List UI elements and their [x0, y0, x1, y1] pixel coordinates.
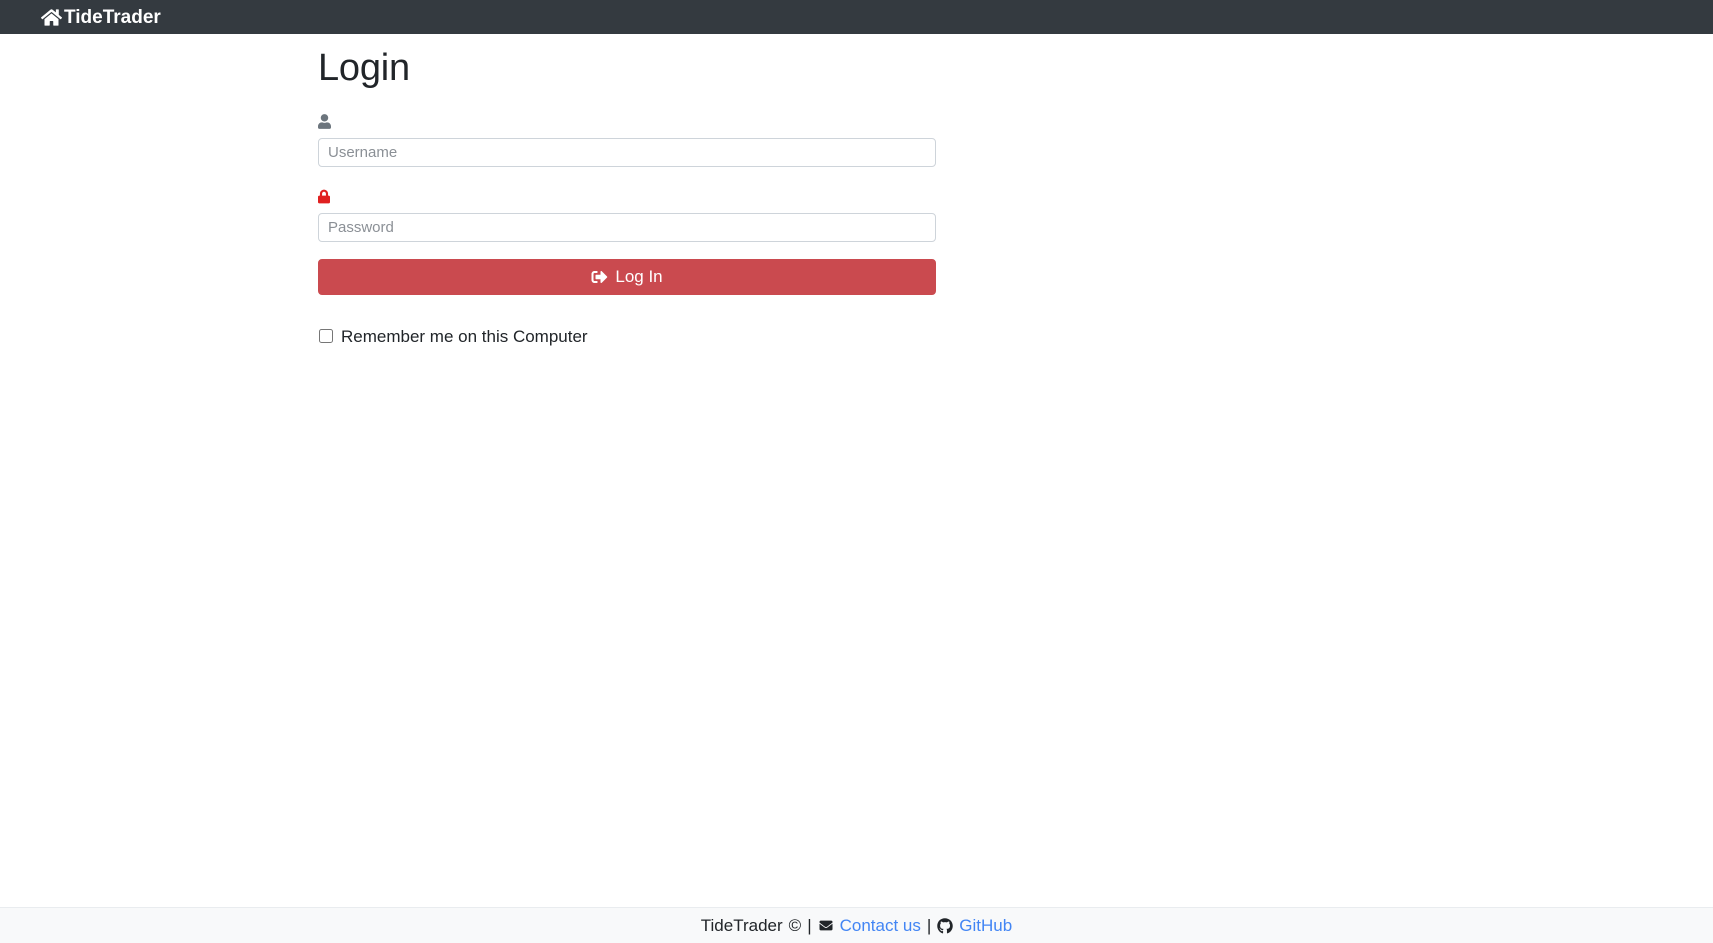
contact-us-label: Contact us: [839, 916, 921, 935]
contact-us-link[interactable]: Contact us: [840, 917, 921, 934]
footer-separator-2: |: [926, 916, 932, 935]
user-icon: [318, 113, 936, 134]
github-icon: [937, 917, 954, 934]
login-button[interactable]: Log In: [318, 258, 936, 295]
username-field-group: [318, 113, 936, 167]
footer-content: TideTrader © | Contact us | GitHub: [701, 917, 1012, 934]
top-navbar: TideTrader: [0, 0, 1713, 34]
copyright-icon: ©: [788, 916, 802, 935]
login-form: Login Username Log In Remember me on thi…: [318, 46, 936, 345]
lock-icon: [318, 189, 936, 209]
remember-me-checkbox[interactable]: [319, 329, 333, 344]
login-page: TideTrader Login Username Log In Remembe…: [0, 0, 1713, 943]
sign-in-icon: [591, 269, 608, 285]
footer-brand: TideTrader: [700, 916, 783, 935]
remember-me-label[interactable]: Remember me on this Computer: [341, 328, 588, 345]
navbar-brand[interactable]: TideTrader: [41, 8, 161, 27]
github-label: GitHub: [959, 916, 1013, 935]
password-input[interactable]: [318, 212, 936, 242]
password-field-group: [318, 189, 936, 242]
page-title: Login: [318, 47, 410, 89]
remember-me-row: Remember me on this Computer: [319, 328, 936, 345]
footer-separator-1: |: [807, 916, 812, 935]
home-icon: [41, 8, 62, 27]
github-link[interactable]: GitHub: [959, 917, 1012, 934]
login-button-label: Log In: [615, 266, 663, 286]
page-footer: TideTrader © | Contact us | GitHub: [0, 907, 1713, 943]
username-input[interactable]: [318, 137, 936, 167]
envelope-icon: [818, 919, 834, 932]
navbar-brand-label: TideTrader: [64, 6, 161, 28]
